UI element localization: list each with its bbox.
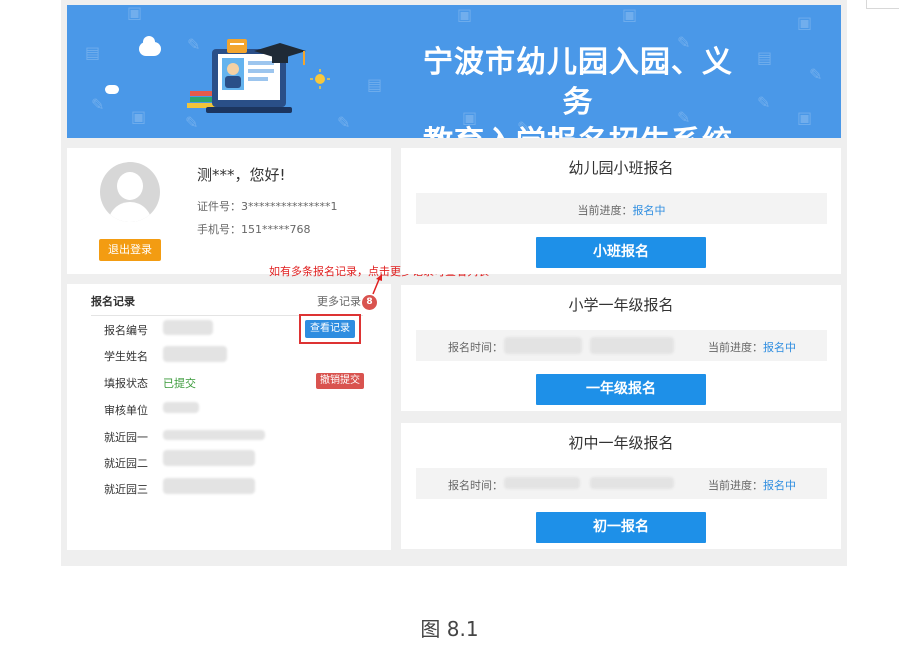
screenshot-frame: ▣ ▤ ✎ ✎ ▣ ✎ ▤ ✎ ▣ ▣ ✎ ▣ ✎ ▤ ▣ ✎ ▣ ✎ ✎ (61, 0, 847, 566)
middle-school-progress: 当前进度：报名中 (708, 477, 796, 493)
header-banner: ▣ ▤ ✎ ✎ ▣ ✎ ▤ ✎ ▣ ▣ ✎ ▣ ✎ ▤ ▣ ✎ ▣ ✎ ✎ (67, 5, 841, 138)
progress-label: 当前进度： (578, 204, 633, 217)
redacted-student-name (163, 346, 227, 362)
redacted-time-start (504, 337, 582, 354)
annotation-arrow (370, 274, 384, 296)
redacted-time-end (590, 477, 674, 489)
middle-school-progress-bar: 报名时间： 当前进度：报名中 (416, 468, 827, 499)
book-icon: ▤ (757, 50, 772, 66)
pencil-icon: ✎ (757, 95, 770, 111)
redacted-nearby-school-3 (163, 478, 255, 494)
book-icon: ▤ (367, 77, 382, 93)
book-icon: ▣ (457, 7, 472, 23)
pencil-icon: ✎ (809, 67, 822, 83)
user-profile-card: 测***，您好! 证件号：3***************1 手机号：151**… (67, 148, 391, 274)
primary-title: 小学一年级报名 (401, 294, 841, 315)
pencil-icon: ✎ (91, 97, 104, 113)
middle-school-title: 初中一年级报名 (401, 432, 841, 453)
registration-records-card: 报名记录 更多记录8 报名编号 查看记录 学生姓名 填报状态 已提交 撤销提交 … (67, 284, 391, 550)
middle-school-registration-card: 初中一年级报名 报名时间： 当前进度：报名中 初一报名 (401, 423, 841, 549)
more-records-link[interactable]: 更多记录8 (317, 293, 377, 310)
banner-title-line1: 宁波市幼儿园入园、义务 (413, 43, 743, 123)
redacted-time-end (590, 337, 674, 354)
field-label-nearby-school-3: 就近园三 (104, 481, 148, 497)
progress-label: 当前进度： (708, 479, 763, 492)
primary-register-button[interactable]: 一年级报名 (536, 374, 706, 405)
more-records-label: 更多记录 (317, 295, 361, 308)
registration-time-label: 报名时间： (448, 339, 503, 355)
primary-registration-card: 小学一年级报名 报名时间： 当前进度：报名中 一年级报名 (401, 285, 841, 411)
kindergarten-title: 幼儿园小班报名 (401, 157, 841, 178)
phone-label: 手机号： (197, 223, 241, 236)
kindergarten-progress: 当前进度：报名中 (416, 202, 827, 218)
field-label-nearby-school-2: 就近园二 (104, 455, 148, 471)
field-label-status: 填报状态 (104, 375, 148, 391)
corner-mark (866, 0, 899, 9)
records-count-badge: 8 (362, 295, 377, 310)
redacted-nearby-school-2 (163, 450, 255, 466)
field-label-registration-number: 报名编号 (104, 322, 148, 338)
book-icon: ▣ (622, 7, 637, 23)
field-label-nearby-school-1: 就近园一 (104, 429, 148, 445)
book-icon: ▣ (131, 109, 146, 125)
redacted-time-start (504, 477, 580, 489)
phone-row: 手机号：151*****768 (197, 221, 311, 237)
cloud-icon (105, 85, 119, 94)
kindergarten-progress-bar: 当前进度：报名中 (416, 193, 827, 224)
avatar-head (117, 172, 143, 200)
avatar (100, 162, 160, 222)
progress-value: 报名中 (763, 479, 796, 492)
user-greeting: 测***，您好! (197, 164, 286, 185)
field-label-student-name: 学生姓名 (104, 348, 148, 364)
book-icon: ▣ (127, 5, 142, 21)
book-icon: ▣ (797, 110, 812, 126)
registration-time-label: 报名时间： (448, 477, 503, 493)
field-label-review-unit: 审核单位 (104, 402, 148, 418)
progress-value: 报名中 (763, 341, 796, 354)
kindergarten-register-button[interactable]: 小班报名 (536, 237, 706, 268)
progress-value: 报名中 (633, 204, 666, 217)
banner-title: 宁波市幼儿园入园、义务 教育入学报名招生系统 (413, 43, 743, 138)
figure-caption: 图 8.1 (0, 613, 899, 642)
view-record-button[interactable]: 查看记录 (305, 320, 355, 338)
primary-progress-bar: 报名时间： 当前进度：报名中 (416, 330, 827, 361)
id-number-value: 3***************1 (241, 200, 338, 213)
middle-school-register-button[interactable]: 初一报名 (536, 512, 706, 543)
status-value: 已提交 (163, 375, 196, 391)
logout-button[interactable]: 退出登录 (99, 239, 161, 261)
cloud-icon (143, 36, 155, 48)
withdraw-submission-button[interactable]: 撤销提交 (316, 373, 364, 389)
banner-title-line2: 教育入学报名招生系统 (413, 123, 743, 138)
id-number-label: 证件号： (197, 200, 241, 213)
avatar-body (108, 202, 152, 222)
phone-value: 151*****768 (241, 223, 311, 236)
primary-progress: 当前进度：报名中 (708, 339, 796, 355)
id-number-row: 证件号：3***************1 (197, 198, 338, 214)
kindergarten-registration-card: 幼儿园小班报名 当前进度：报名中 小班报名 (401, 148, 841, 274)
progress-label: 当前进度： (708, 341, 763, 354)
records-title: 报名记录 (91, 293, 135, 309)
redacted-registration-number (163, 320, 213, 335)
book-icon: ▤ (85, 45, 100, 61)
online-learning-illustration (182, 35, 342, 135)
redacted-review-unit (163, 402, 199, 413)
redacted-nearby-school-1 (163, 430, 265, 440)
book-icon: ▣ (797, 15, 812, 31)
